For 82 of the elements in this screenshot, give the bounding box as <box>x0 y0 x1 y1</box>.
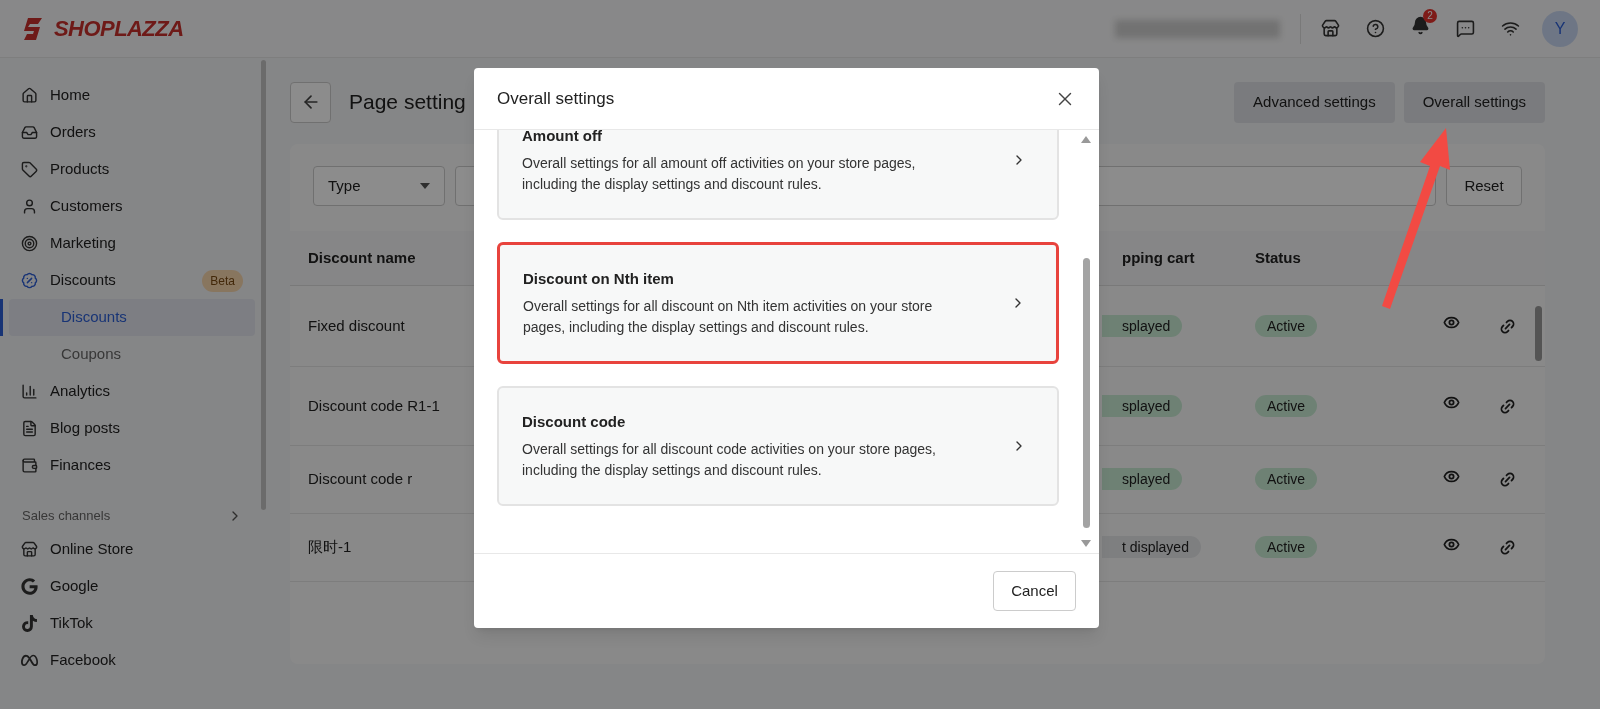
help-button[interactable] <box>1366 19 1385 38</box>
section-title: Sales channels <box>22 507 112 526</box>
beta-badge: Beta <box>202 269 243 292</box>
sidebar-item[interactable]: Customers <box>2 188 255 225</box>
column-header: pping cart <box>1122 248 1195 266</box>
sidebar-label: Online Store <box>50 539 134 560</box>
sidebar-subitem[interactable]: Coupons <box>9 336 255 373</box>
option-title: Discount code <box>522 411 627 432</box>
store-button[interactable] <box>1321 19 1340 38</box>
sidebar-label: TikTok <box>50 613 93 634</box>
table-cell: Discount code r <box>308 470 413 488</box>
wifi-button[interactable] <box>1501 19 1520 38</box>
sidebar-item[interactable]: Facebook <box>2 642 255 679</box>
sidebar-item[interactable]: Analytics <box>2 373 255 410</box>
settings-option[interactable]: Discount code Overall settings for all discount code activities on your store pages, including the display settings and discount rules. <box>497 386 1059 506</box>
option-title: Discount on Nth item <box>523 268 675 289</box>
person-icon <box>21 198 38 215</box>
reset-button[interactable]: Reset <box>1446 166 1522 206</box>
meta-icon <box>21 652 38 669</box>
sidebar-item[interactable]: Finances <box>2 447 255 484</box>
table-cell: Fixed discount <box>308 316 405 334</box>
status-badge: Active <box>1255 314 1318 337</box>
logo: SHOPLAZZA <box>54 15 184 43</box>
tag-icon <box>21 161 38 178</box>
wallet-icon <box>21 457 38 474</box>
tiktok-icon <box>21 615 38 632</box>
house-icon <box>21 87 38 104</box>
notification-count: 2 <box>1423 8 1437 23</box>
cart-status-badge: splayed <box>1102 314 1183 337</box>
link-button[interactable] <box>1499 397 1516 415</box>
messages-button[interactable] <box>1456 19 1475 38</box>
sidebar-label: Facebook <box>50 650 116 671</box>
sidebar-label: Google <box>50 576 99 597</box>
column-header: Status <box>1255 247 1301 268</box>
sidebar-item[interactable]: Products <box>2 151 255 188</box>
link-button[interactable] <box>1499 317 1516 335</box>
status-badge: Active <box>1255 468 1318 491</box>
target-icon <box>21 235 38 252</box>
back-button[interactable] <box>290 81 331 123</box>
sidebar-item[interactable]: Marketing <box>2 225 255 262</box>
sidebar-item[interactable]: Orders <box>2 114 255 151</box>
settings-option[interactable]: Amount off Overall settings for all amount off activities on your store pages, including the display settings and discount rules. <box>497 130 1059 220</box>
bar-chart-icon <box>21 383 38 400</box>
cart-status-badge: splayed <box>1102 394 1183 417</box>
status-badge: Active <box>1255 536 1318 559</box>
sidebar-item[interactable]: Google <box>2 568 255 605</box>
google-icon <box>21 578 38 595</box>
settings-button[interactable]: Advanced settings <box>1234 81 1395 123</box>
scrollbar-thumb[interactable] <box>1082 258 1090 528</box>
sidebar-item[interactable]: Blog posts <box>2 410 255 447</box>
cancel-button[interactable]: Cancel <box>993 571 1076 611</box>
scrollbar[interactable] <box>1535 306 1542 361</box>
sidebar-subitem[interactable]: Discounts <box>9 299 255 336</box>
avatar[interactable]: Y <box>1542 10 1578 47</box>
status-badge: Active <box>1255 394 1318 417</box>
cart-status-badge: splayed <box>1102 468 1183 491</box>
sidebar-item[interactable]: Home <box>2 77 255 114</box>
settings-option[interactable]: Discount on Nth item Overall settings for all discount on Nth item activities on your store pages, including the display settings and discount rules. <box>497 242 1059 364</box>
table-cell: Discount code R1-1 <box>308 396 440 414</box>
type-select[interactable]: Type <box>313 166 445 206</box>
inbox-icon <box>21 124 38 141</box>
settings-button[interactable]: Overall settings <box>1403 81 1545 123</box>
sidebar-item[interactable]: TikTok <box>2 605 255 642</box>
option-description: Overall settings for all amount off activities on your store pages, including the display settings and discount rules. <box>522 154 917 195</box>
scroll-down-icon[interactable] <box>1081 540 1091 547</box>
cart-status-badge: t displayed <box>1102 536 1201 559</box>
sidebar-item[interactable]: Online Store <box>2 531 255 568</box>
option-description: Overall settings for all discount code activities on your store pages, including the display settings and discount rules. <box>522 440 937 481</box>
option-title: Amount off <box>522 130 603 146</box>
dialog-title: Overall settings <box>497 87 615 110</box>
document-icon <box>21 420 38 437</box>
page-title: Page setting <box>349 89 466 116</box>
link-button[interactable] <box>1499 539 1516 556</box>
sidebar-item[interactable]: Discounts Beta <box>2 262 255 299</box>
column-header: Discount name <box>308 248 416 266</box>
link-button[interactable] <box>1499 471 1516 488</box>
caret-icon <box>420 183 430 189</box>
store-icon <box>21 541 38 558</box>
scrollbar[interactable] <box>261 60 266 510</box>
option-description: Overall settings for all discount on Nth item activities on your store pages, including the display settings and discount rules. <box>523 297 934 338</box>
percent-tag-icon <box>21 272 38 289</box>
table-cell: 限时-1 <box>308 538 352 556</box>
